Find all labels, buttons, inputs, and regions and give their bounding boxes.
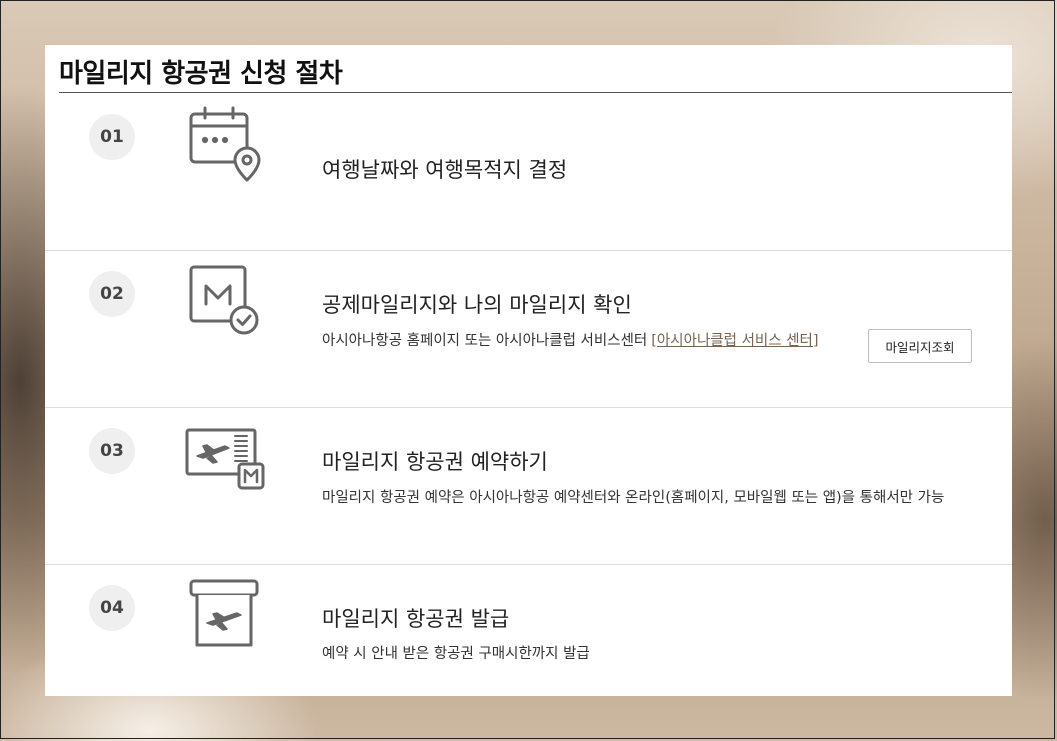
step-description-text: 아시아나항공 홈페이지 또는 아시아나클럽 서비스센터 (322, 333, 648, 349)
step-number: 02 (89, 271, 135, 317)
mileage-check-icon (183, 261, 265, 343)
step-number: 04 (89, 585, 135, 631)
step-3: 03 마일리지 항공권 예약하기 마일리지 항공권 예약은 아시아나항공 예약센… (45, 408, 1012, 565)
procedure-panel: 마일리지 항공권 신청 절차 01 여행날짜와 여행목적지 결정 02 공제마일… (45, 45, 1012, 696)
step-4: 04 마일리지 항공권 발급 예약 시 안내 받은 항공권 구매시한까지 발급 (45, 565, 1012, 696)
ticket-mileage-icon (183, 418, 265, 500)
step-description: 예약 시 안내 받은 항공권 구매시한까지 발급 (322, 646, 590, 662)
page-title: 마일리지 항공권 신청 절차 (59, 59, 343, 89)
calendar-location-icon (183, 104, 265, 186)
step-1: 01 여행날짜와 여행목적지 결정 (45, 94, 1012, 251)
ticket-issue-icon (183, 575, 265, 657)
step-title: 마일리지 항공권 발급 (322, 607, 510, 631)
step-title: 여행날짜와 여행목적지 결정 (322, 158, 568, 182)
step-description: 아시아나항공 홈페이지 또는 아시아나클럽 서비스센터 [아시아나클럽 서비스 센… (322, 329, 819, 350)
service-center-link[interactable]: [아시아나클럽 서비스 센터] (651, 333, 818, 349)
title-divider (59, 92, 1012, 93)
mileage-lookup-button[interactable]: 마일리지조회 (868, 329, 972, 363)
step-title: 공제마일리지와 나의 마일리지 확인 (322, 293, 632, 317)
step-number: 01 (89, 114, 135, 160)
step-number: 03 (89, 428, 135, 474)
step-2: 02 공제마일리지와 나의 마일리지 확인 아시아나항공 홈페이지 또는 아시아… (45, 251, 1012, 408)
step-description: 마일리지 항공권 예약은 아시아나항공 예약센터와 온라인(홈페이지, 모바일웹… (322, 490, 945, 506)
step-title: 마일리지 항공권 예약하기 (322, 450, 548, 474)
